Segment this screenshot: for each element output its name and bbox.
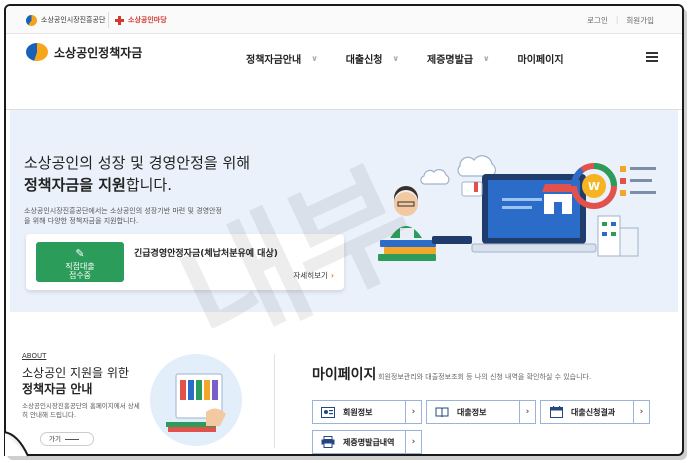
partner-link-semas[interactable]: 소상공인시장진흥공단 (26, 12, 105, 28)
site-logo[interactable]: 소상공인정책자금 (26, 43, 142, 61)
hero-headline: 소상공인의 성장 및 경영안정을 위해 (24, 154, 251, 172)
loan-result-button[interactable]: 대출신청결과 › (540, 400, 650, 424)
main-nav: 정책자금안내 ∨ 대출신청 ∨ 제증명발급 ∨ 마이페이지 (246, 51, 592, 66)
nav-item-policy-fund[interactable]: 정책자금안내 ∨ (246, 51, 318, 66)
about-go-button[interactable]: 가기 (40, 432, 94, 446)
about-title-bold: 정책자금 안내 (22, 382, 93, 396)
nav-item-certificate[interactable]: 제증명발급 ∨ (427, 51, 490, 66)
hamburger-icon[interactable] (646, 52, 658, 62)
partner-link-madang[interactable]: 소상공인마당 (114, 12, 167, 28)
id-card-icon (319, 405, 337, 419)
chevron-right-icon: › (405, 401, 421, 423)
hero-banner: 소상공인의 성장 및 경영안정을 위해 정책자금을 지원합니다. 소상공인시장진… (10, 110, 678, 312)
hero-emphasis: 정책자금을 지원 (24, 176, 126, 194)
partner-label: 소상공인시장진흥공단 (41, 16, 106, 24)
hero-description: 소상공인시장진흥공단에서는 소상공인의 성장기반 마련 및 경영안정을 위해 다… (24, 207, 222, 225)
badge-text: 직접대출 접수중 (65, 262, 95, 280)
mypage-title: 마이페이지 (312, 367, 377, 383)
divider (108, 12, 109, 28)
chevron-right-icon: › (405, 431, 421, 453)
nav-label: 마이페이지 (517, 55, 564, 66)
page-curl-decoration (4, 431, 29, 457)
semas-logo-icon (26, 14, 37, 26)
svg-text:W: W (588, 180, 600, 193)
brand-logo-icon (26, 43, 48, 61)
utility-bar: 소상공인시장진흥공단 소상공인마당 로그인 | 회원가입 (6, 6, 682, 34)
button-label: 제증명발급내역 (343, 437, 395, 447)
calendar-icon (547, 405, 565, 419)
about-illustration (150, 354, 242, 446)
bookmark-icon (461, 181, 483, 197)
nav-label: 대출신청 (345, 55, 383, 66)
section-divider (274, 354, 275, 448)
arrow-line-icon (64, 438, 79, 440)
go-label: 가기 (49, 435, 61, 443)
button-label: 대출신청결과 (571, 407, 616, 417)
fund-notice-card[interactable]: ✎ 직접대출 접수중 긴급경영안정자금(체납처분유예 대상) 자세히보기 › (26, 234, 344, 290)
button-label: 대출정보 (457, 407, 487, 417)
book-stack-icon (378, 236, 472, 261)
direct-loan-badge: ✎ 직접대출 접수중 (36, 242, 124, 282)
nav-item-mypage[interactable]: 마이페이지 (518, 51, 564, 66)
divider: | (615, 15, 619, 24)
fund-notice-title: 긴급경영안정자금(체납처분유예 대상) (134, 249, 278, 259)
brand-name: 소상공인정책자금 (54, 45, 143, 60)
store-icon (542, 184, 574, 214)
nav-item-loan-apply[interactable]: 대출신청 ∨ (346, 51, 399, 66)
login-link[interactable]: 로그인 (587, 15, 608, 26)
chevron-right-icon: › (633, 401, 649, 423)
page-frame: 소상공인시장진흥공단 소상공인마당 로그인 | 회원가입 소상공인정책자금 정책… (4, 4, 684, 456)
partner-label: 소상공인마당 (128, 16, 167, 24)
signup-link[interactable]: 회원가입 (626, 15, 654, 26)
chevron-right-icon: › (519, 401, 535, 423)
chevron-down-icon: ∨ (392, 54, 400, 63)
button-label: 회원정보 (343, 407, 373, 417)
pencil-icon: ✎ (75, 247, 85, 260)
nav-label: 제증명발급 (427, 55, 474, 66)
about-label: ABOUT (22, 352, 47, 360)
nav-label: 정책자금안내 (246, 55, 302, 66)
more-label: 자세히보기 (293, 271, 328, 280)
member-info-button[interactable]: 회원정보 › (312, 400, 422, 424)
more-link[interactable]: 자세히보기 › (293, 270, 334, 281)
certificate-history-button[interactable]: 제증명발급내역 › (312, 430, 422, 454)
about-title: 소상공인 지원을 위한 (22, 366, 129, 380)
book-icon (433, 405, 451, 419)
building-icon (597, 215, 639, 257)
hero-subheadline: 정책자금을 지원합니다. (24, 174, 172, 195)
util-links: 로그인 | 회원가입 (587, 15, 654, 26)
madang-logo-icon (115, 15, 124, 25)
monitor-icon (471, 174, 597, 253)
chevron-down-icon: ∨ (483, 54, 490, 63)
hero-tail: 합니다. (125, 176, 172, 194)
mypage-description: 회원정보관리와 대출정보조회 등 나의 신청 내역을 확인하실 수 있습니다. (378, 373, 592, 381)
chevron-down-icon: ∨ (311, 54, 318, 63)
list-icon (620, 166, 656, 196)
person-icon (390, 186, 422, 238)
printer-icon (319, 435, 337, 449)
chevron-right-icon: › (330, 271, 334, 280)
loan-info-button[interactable]: 대출정보 › (426, 400, 536, 424)
hero-illustration: W (378, 155, 656, 261)
